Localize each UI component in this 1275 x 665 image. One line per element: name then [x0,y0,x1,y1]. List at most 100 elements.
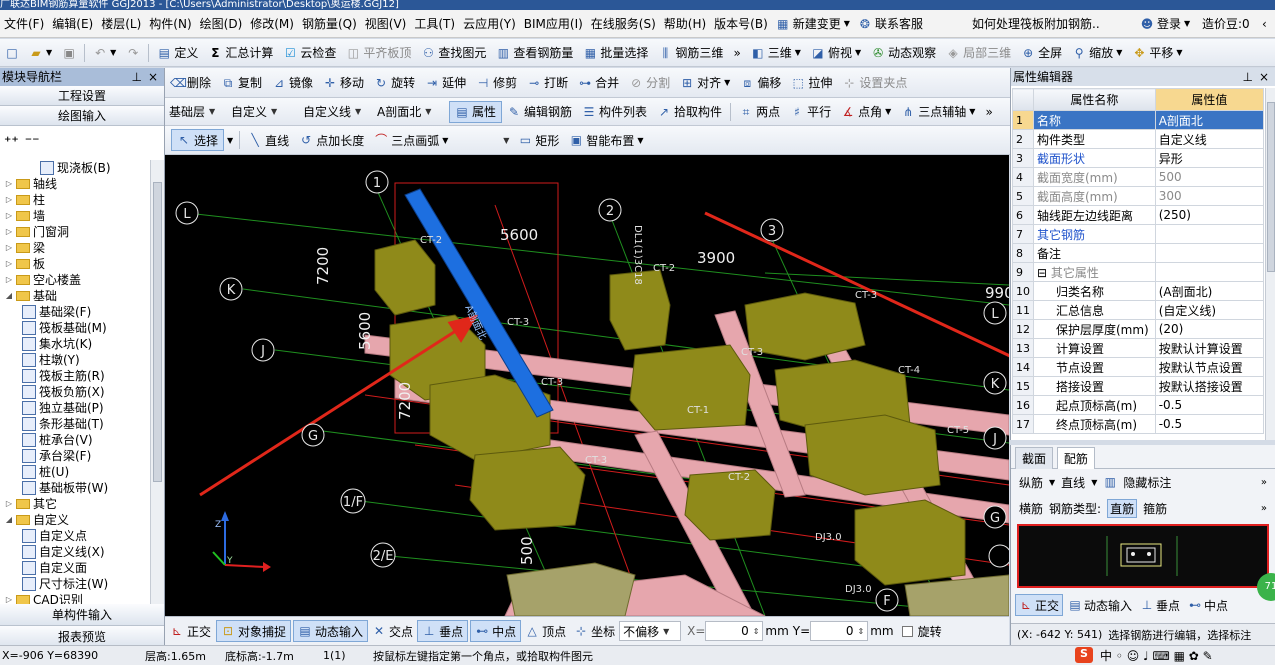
property-value[interactable]: (250) [1154,205,1265,225]
section-preview[interactable] [1017,524,1269,588]
chevron-down-icon[interactable]: ▼ [1049,478,1055,487]
component-list-button[interactable]: ☰ 构件列表 [577,98,652,125]
tree-item[interactable]: ▷ 其它 [0,496,150,512]
menu-tools[interactable]: 工具(T) [410,10,459,37]
tree-item[interactable]: ◢ 基础 [0,288,150,304]
floating-assistant-badge[interactable]: 71 [1257,573,1275,601]
property-row[interactable]: 7 其它钢筋 [1012,224,1265,244]
category-select[interactable]: 自定义 ▼ [227,102,299,122]
contact-service-button[interactable]: ❂ 联系客服 [854,10,927,37]
break-button[interactable]: ⊸ 打断 [522,68,573,97]
edit-rebar-button[interactable]: ✎ 编辑钢筋 [502,98,577,125]
object-snap-toggle[interactable]: ⊡ 对象捕捉 [216,620,292,642]
fullscreen-button[interactable]: ⊕ 全屏 [1016,39,1067,66]
extend-button[interactable]: ⇥ 延伸 [420,68,471,97]
undo-button[interactable]: ↶ ▼ [88,39,121,66]
expand-all-icon[interactable]: ⁺⁺ [4,134,19,150]
rebar-perpendicular-toggle[interactable]: ⊥ 垂点 [1137,597,1183,614]
menu-edit[interactable]: 编辑(E) [48,10,97,37]
expand-icon[interactable]: ▷ [4,240,14,256]
tree-item[interactable]: 筏板基础(M) [0,320,150,336]
offset-button[interactable]: ⧈ 偏移 [735,68,786,97]
property-row[interactable]: 14 节点设置 按默认节点设置 [1012,357,1265,377]
property-row[interactable]: 3 截面形状 异形 [1012,148,1265,168]
property-value[interactable]: (自定义线) [1154,300,1265,320]
component-select[interactable]: A剖面北 ▼ [373,102,449,122]
tree-item[interactable]: 基础梁(F) [0,304,150,320]
three-d-button[interactable]: ◧ 三维 ▼ [746,39,806,66]
collapse-icon[interactable]: ◢ [4,512,14,528]
ime-logo-icon[interactable]: S [1075,647,1093,663]
expand-icon[interactable]: ▷ [4,256,14,272]
double-chevron-icon[interactable]: » [1261,477,1267,488]
rotate-checkbox[interactable] [901,625,913,637]
property-value[interactable]: -0.5 [1154,395,1265,415]
dynamic-observe-button[interactable]: ✇ 动态观察 [866,39,941,66]
tree-item[interactable]: 筏板主筋(R) [0,368,150,384]
expand-icon[interactable]: ▷ [4,224,14,240]
collapse-icon[interactable]: ⊟ [1037,266,1051,280]
select-button[interactable]: ↖ 选择 [171,129,225,151]
tree-item[interactable]: ▷ 空心楼盖 [0,272,150,288]
property-row[interactable]: 17 终点顶标高(m) -0.5 [1012,414,1265,434]
property-row[interactable]: 4 截面宽度(mm) 500 [1012,167,1265,187]
menu-draw[interactable]: 绘图(D) [196,10,247,37]
local-3d-button[interactable]: ◈ 局部三维 [941,39,1016,66]
menu-version[interactable]: 版本号(B) [710,10,772,37]
zoom-button[interactable]: ⚲ 缩放 ▼ [1067,39,1127,66]
longitudinal-rebar-button[interactable]: 纵筋 [1019,474,1043,491]
delete-button[interactable]: ⌫ 删除 [165,68,216,97]
property-row[interactable]: 12 保护层厚度(mm) (20) [1012,319,1265,339]
intersection-toggle[interactable]: ✕ 交点 [368,623,417,640]
summary-calc-button[interactable]: Σ 汇总计算 [203,39,278,66]
smart-layout-button[interactable]: ▣ 智能布置 ▼ [564,126,648,154]
login-button[interactable]: ☻ 登录 ▼ [1140,10,1190,37]
flat-board-button[interactable]: ◫ 平齐板顶 [341,39,416,66]
project-settings-button[interactable]: 工程设置 [0,86,164,106]
tree-item[interactable]: 桩承台(V) [0,432,150,448]
canvas-3d-view[interactable]: 1 2 3 L K J G 1/F 2/E F L K J G 5600 390… [165,155,1009,616]
point-angle-button[interactable]: ∡ 点角 ▼ [836,98,896,125]
property-row[interactable]: 2 构件类型 自定义线 [1012,129,1265,149]
stirrup-button[interactable]: 箍筋 [1143,500,1167,517]
expand-icon[interactable]: ▷ [4,496,14,512]
nav-scrollbar[interactable] [150,160,164,665]
trim-button[interactable]: ⊣ 修剪 [471,68,522,97]
open-button[interactable]: ▰ ▼ [24,39,57,66]
ortho-toggle[interactable]: ⊾ 正交 [165,623,216,640]
arc-option-select[interactable]: ▼ [453,130,513,150]
property-value[interactable]: (A剖面北) [1154,281,1265,301]
toolbar-overflow[interactable]: » [980,98,997,125]
pick-component-button[interactable]: ↗ 拾取构件 [652,98,727,125]
cloud-check-button[interactable]: ☑ 云检查 [278,39,341,66]
tree-item[interactable]: 柱墩(Y) [0,352,150,368]
collapse-all-icon[interactable]: ⁻⁻ [25,134,40,150]
x-offset-input[interactable]: 0 ⇕ [705,621,764,641]
tab-rebar[interactable]: 配筋 [1056,447,1095,469]
straight-line-button[interactable]: 直线 [1061,474,1085,491]
tree-item[interactable]: 尺寸标注(W) [0,576,150,592]
property-row[interactable]: 13 计算设置 按默认计算设置 [1012,338,1265,358]
align-button[interactable]: ⊞ 对齐 ▼ [675,68,735,97]
move-button[interactable]: ✛ 移动 [318,68,369,97]
merge-button[interactable]: ⊶ 合并 [573,68,624,97]
property-row[interactable]: 8 备注 [1012,243,1265,263]
perpendicular-toggle[interactable]: ⊥ 垂点 [417,620,469,642]
midpoint-toggle[interactable]: ⊷ 中点 [470,620,522,642]
three-point-aux-button[interactable]: ⋔ 三点辅轴 ▼ [896,98,980,125]
nav-scroll-thumb[interactable] [153,182,162,482]
property-row[interactable]: 16 起点顶标高(m) -0.5 [1012,395,1265,415]
rebar-dynamic-input-toggle[interactable]: ▤ 动态输入 [1065,597,1135,614]
expand-icon[interactable]: ▷ [4,176,14,192]
two-points-button[interactable]: ⌗ 两点 [734,98,785,125]
property-value[interactable]: 500 [1154,167,1265,187]
property-row[interactable]: 9 ⊟ 其它属性 [1012,262,1265,282]
tree-item[interactable]: ▷ 轴线 [0,176,150,192]
tree-item[interactable]: 条形基础(T) [0,416,150,432]
tree-item[interactable]: 筏板负筋(X) [0,384,150,400]
menu-modify[interactable]: 修改(M) [246,10,298,37]
property-scrollbar[interactable] [1265,88,1275,440]
tree-item[interactable]: 自定义点 [0,528,150,544]
tree-item[interactable]: 独立基础(P) [0,400,150,416]
chevron-down-icon[interactable]: ▼ [1091,478,1097,487]
